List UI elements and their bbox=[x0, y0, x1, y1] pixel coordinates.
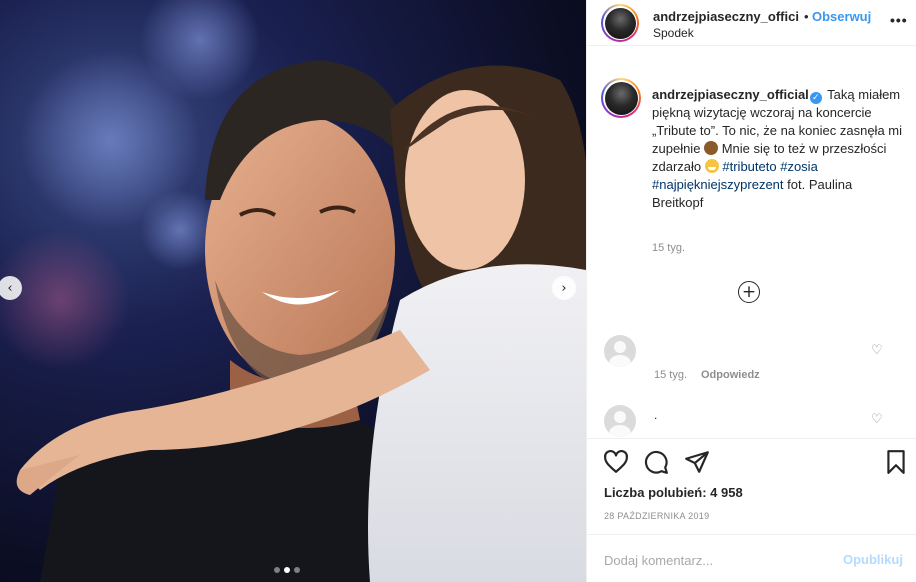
location-link[interactable]: Spodek bbox=[653, 26, 694, 40]
hashtag-link[interactable]: #tributeto bbox=[722, 159, 776, 174]
carousel-dot bbox=[274, 567, 280, 573]
comment-bubble-icon[interactable] bbox=[643, 449, 669, 475]
chevron-left-icon: ‹ bbox=[7, 280, 13, 296]
photo-illustration bbox=[0, 0, 586, 582]
divider bbox=[586, 534, 916, 535]
carousel-indicator bbox=[274, 567, 300, 573]
follow-separator: • bbox=[804, 9, 809, 24]
divider bbox=[586, 438, 916, 439]
more-horizontal-icon[interactable]: ••• bbox=[890, 12, 908, 28]
save-bookmark-icon[interactable] bbox=[883, 449, 909, 475]
commenter-avatar[interactable] bbox=[604, 405, 636, 437]
caption-timestamp: 15 tyg. bbox=[652, 242, 686, 254]
comment-like-heart-icon[interactable]: ♡ bbox=[871, 412, 883, 427]
author-username[interactable]: andrzejpiaseczny_offici bbox=[653, 9, 799, 24]
comment-reply-button[interactable]: Odpowiedz bbox=[701, 369, 760, 381]
post-caption: andrzejpiaseczny_official ✓ Taką miałem p… bbox=[652, 86, 902, 212]
like-heart-icon[interactable] bbox=[603, 449, 629, 475]
hashtag-link[interactable]: #najpiękniejszyprezent bbox=[652, 177, 784, 192]
publish-comment-button[interactable]: Opublikuj bbox=[843, 552, 903, 567]
hashtag-link[interactable]: #zosia bbox=[780, 159, 818, 174]
carousel-dot bbox=[294, 567, 300, 573]
chevron-right-icon: › bbox=[561, 280, 567, 296]
likes-count[interactable]: Liczba polubień: 4 958 bbox=[604, 485, 743, 500]
post-header: andrzejpiaseczny_offici • Obserwuj Spode… bbox=[587, 0, 916, 46]
commenter-avatar[interactable] bbox=[604, 335, 636, 367]
load-more-comments-button[interactable]: + bbox=[738, 281, 760, 303]
verified-badge-icon: ✓ bbox=[809, 92, 822, 104]
grinning-face-icon bbox=[704, 159, 719, 173]
carousel-next-button[interactable]: › bbox=[552, 276, 576, 300]
follow-button[interactable]: Obserwuj bbox=[812, 9, 871, 24]
post-photo[interactable]: ‹ › bbox=[0, 0, 586, 582]
carousel-dot-active bbox=[284, 567, 290, 573]
plus-circle-icon: + bbox=[741, 281, 757, 302]
see-no-evil-monkey-icon bbox=[704, 141, 719, 155]
comment-like-heart-icon[interactable]: ♡ bbox=[871, 343, 883, 358]
caption-author-avatar[interactable] bbox=[601, 78, 641, 118]
comment-text: . bbox=[654, 408, 658, 422]
comment-timestamp: 15 tyg. bbox=[654, 369, 688, 381]
author-avatar[interactable] bbox=[601, 4, 639, 42]
share-paper-plane-icon[interactable] bbox=[684, 449, 710, 475]
add-comment-input[interactable] bbox=[604, 550, 834, 570]
caption-username[interactable]: andrzejpiaseczny_official bbox=[652, 87, 809, 102]
post-date[interactable]: 28 PAŹDZIERNIKA 2019 bbox=[604, 511, 709, 521]
